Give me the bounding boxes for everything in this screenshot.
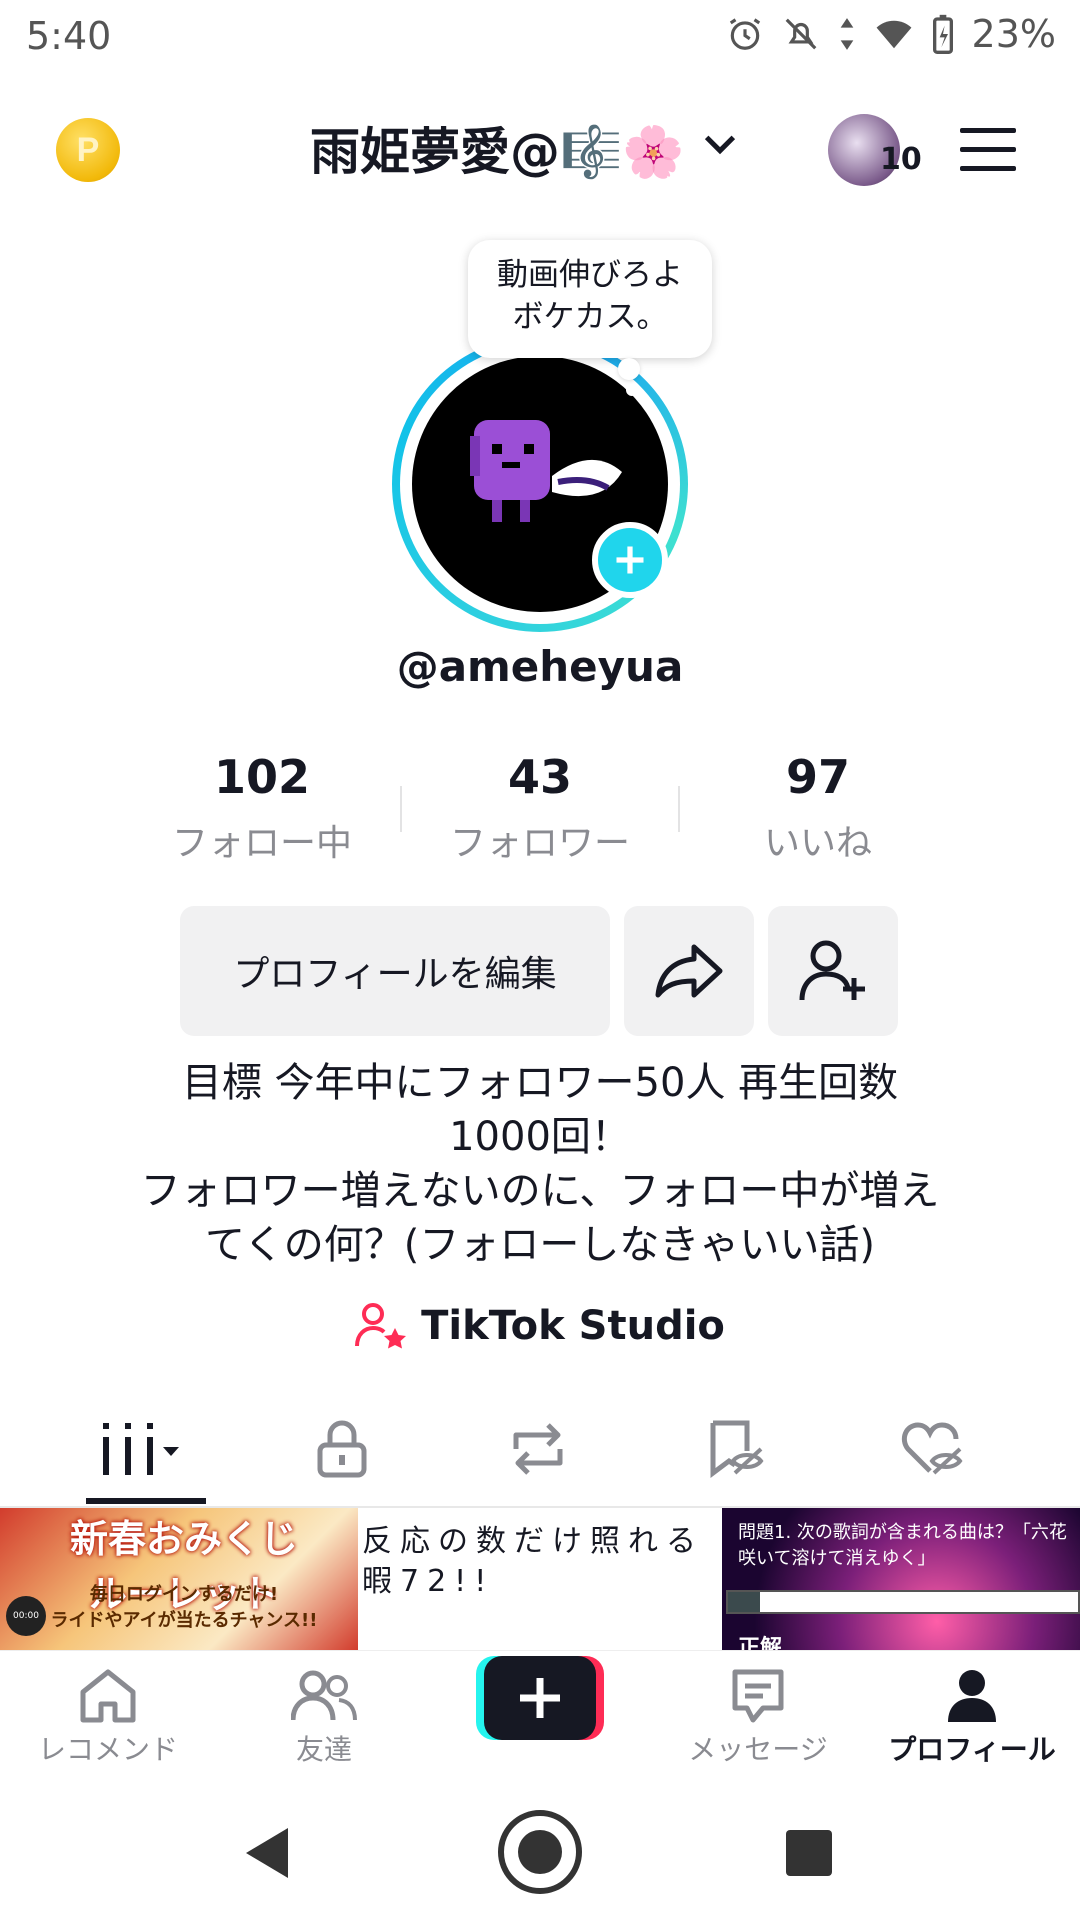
back-icon[interactable] bbox=[244, 1826, 292, 1880]
home-circle-icon[interactable] bbox=[496, 1808, 584, 1896]
system-nav-bar bbox=[0, 1780, 1080, 1920]
nav-label: レコメンド bbox=[37, 1733, 178, 1766]
stat-following[interactable]: 102 フォロー中 bbox=[122, 750, 402, 866]
add-story-button[interactable] bbox=[592, 522, 668, 598]
heart-hidden-icon bbox=[901, 1422, 963, 1475]
status-bar: 5:40 23% bbox=[0, 0, 1080, 76]
stat-likes[interactable]: 97 いいね bbox=[678, 750, 958, 866]
nav-friends[interactable]: 友達 bbox=[224, 1668, 424, 1768]
bell-off-icon bbox=[785, 18, 816, 50]
stat-value: 97 bbox=[785, 750, 850, 804]
create-button[interactable] bbox=[476, 1656, 604, 1740]
coin-letter: P bbox=[76, 130, 100, 169]
menu-icon[interactable] bbox=[958, 126, 1018, 174]
coin-icon[interactable]: P bbox=[56, 118, 120, 182]
creator-star-icon bbox=[355, 1303, 407, 1349]
quiz-progress-bar bbox=[726, 1590, 1080, 1614]
quiz-progress-fill bbox=[728, 1592, 760, 1612]
stat-label: フォロワー bbox=[449, 823, 630, 864]
alarm-icon bbox=[729, 18, 760, 50]
add-friend-button[interactable] bbox=[768, 906, 898, 1036]
recents-icon[interactable] bbox=[786, 1830, 832, 1876]
thumbnail-subtitle: 毎日ログインするだけ! ライドやアイが当たるチャンス!! bbox=[50, 1584, 318, 1631]
stat-label: フォロー中 bbox=[171, 823, 352, 864]
share-profile-button[interactable] bbox=[624, 906, 754, 1036]
grid-icon bbox=[103, 1423, 179, 1475]
thumbnail-answer: 正解 bbox=[738, 1636, 783, 1650]
tiktok-studio-link[interactable]: TikTok Studio bbox=[0, 1302, 1080, 1350]
tab-liked[interactable] bbox=[872, 1414, 992, 1484]
studio-label: TikTok Studio bbox=[421, 1303, 725, 1349]
note-line-2: ボケカス。 bbox=[512, 299, 668, 335]
message-icon bbox=[732, 1669, 784, 1723]
bookmark-hidden-icon bbox=[710, 1420, 764, 1478]
username: @ameheyua bbox=[396, 642, 684, 691]
battery-icon bbox=[932, 14, 953, 54]
duration-badge: 00:00 bbox=[6, 1596, 46, 1636]
status-icons: 23% bbox=[726, 12, 1056, 56]
share-icon bbox=[655, 944, 723, 998]
lock-icon bbox=[317, 1420, 367, 1478]
video-thumbnail-1[interactable]: 新春おみくじ ルーレット 毎日ログインするだけ! ライドやアイが当たるチャンス!! … bbox=[0, 1508, 358, 1650]
create-plus-icon bbox=[476, 1656, 604, 1740]
thumbnail-text: 問題1. 次の歌詞が含まれる曲は？「六花 咲いて溶けて消えゆく」 bbox=[738, 1522, 1067, 1569]
tab-reposts[interactable] bbox=[478, 1414, 598, 1484]
nav-label: 友達 bbox=[295, 1733, 352, 1766]
wifi-icon bbox=[876, 20, 911, 49]
display-name[interactable]: 雨姫夢愛@🎼🌸 bbox=[310, 112, 685, 184]
repost-icon bbox=[513, 1423, 563, 1475]
stat-value: 102 bbox=[213, 750, 311, 804]
profile-note-bubble[interactable]: 動画伸びろよ ボケカス。 bbox=[468, 240, 712, 358]
profile-bio: 目標 今年中にフォロワー50人 再生回数 1000回！ フォロワー増えないのに、フォ… bbox=[140, 1060, 940, 1268]
stat-followers[interactable]: 43 フォロワー bbox=[400, 750, 680, 866]
note-line-1: 動画伸びろよ bbox=[497, 257, 683, 293]
data-arrows-icon bbox=[840, 18, 853, 50]
add-person-icon bbox=[799, 940, 865, 1001]
tab-active-indicator bbox=[86, 1498, 206, 1504]
nav-inbox[interactable]: メッセージ bbox=[658, 1668, 858, 1768]
nav-profile[interactable]: プロフィール bbox=[872, 1668, 1072, 1768]
stat-label: いいね bbox=[763, 823, 872, 864]
nav-label: プロフィール bbox=[888, 1733, 1056, 1766]
tab-private[interactable] bbox=[282, 1414, 402, 1484]
edit-profile-button[interactable]: プロフィールを編集 bbox=[180, 906, 610, 1036]
nav-label: メッセージ bbox=[688, 1733, 828, 1766]
video-thumbnail-2[interactable]: 反応の数だけ照れる 暇72!! bbox=[360, 1508, 720, 1650]
profile-icon bbox=[948, 1670, 996, 1722]
status-time: 5:40 bbox=[26, 14, 112, 58]
home-icon bbox=[80, 1669, 136, 1723]
stat-value: 43 bbox=[507, 750, 572, 804]
thumbnail-text: 反応の数だけ照れる 暇72!! bbox=[362, 1524, 704, 1599]
video-thumbnail-3[interactable]: 問題1. 次の歌詞が含まれる曲は？「六花 咲いて溶けて消えゆく」 正解 bbox=[722, 1508, 1080, 1650]
friends-icon bbox=[291, 1670, 357, 1721]
nav-home[interactable]: レコメンド bbox=[8, 1668, 208, 1768]
inbox-count: 10 bbox=[880, 142, 922, 177]
tab-videos[interactable] bbox=[84, 1414, 204, 1484]
plus-icon bbox=[616, 546, 644, 574]
tab-favorites[interactable] bbox=[676, 1414, 796, 1484]
chevron-down-icon[interactable] bbox=[700, 124, 740, 164]
battery-percent: 23% bbox=[971, 12, 1056, 56]
